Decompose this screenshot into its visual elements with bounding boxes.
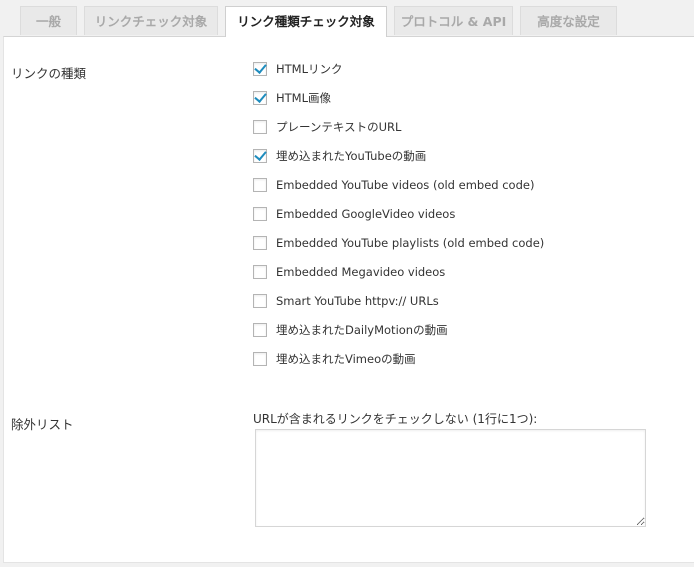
option-megavideo[interactable]: Embedded Megavideo videos <box>253 264 445 280</box>
checkbox[interactable] <box>253 294 267 308</box>
option-label: 埋め込まれたYouTubeの動画 <box>276 149 427 163</box>
settings-tabs: 一般 リンクチェック対象 リンク種類チェック対象 プロトコル & API 高度な… <box>0 0 694 37</box>
option-youtube-playlists[interactable]: Embedded YouTube playlists (old embed co… <box>253 235 544 251</box>
checkbox[interactable] <box>253 265 267 279</box>
exclusion-list-label: 除外リスト <box>11 417 74 432</box>
option-label: 埋め込まれたDailyMotionの動画 <box>276 323 448 337</box>
option-smart-youtube[interactable]: Smart YouTube httpv:// URLs <box>253 293 439 309</box>
option-plaintext-urls[interactable]: プレーンテキストのURL <box>253 119 401 135</box>
option-html-links[interactable]: HTMLリンク <box>253 61 343 77</box>
checkbox[interactable] <box>253 149 267 163</box>
option-label: Embedded YouTube videos (old embed code) <box>276 178 535 192</box>
exclusion-description: URLが含まれるリンクをチェックしない (1行に1つ): <box>253 412 538 426</box>
checkbox[interactable] <box>253 323 267 337</box>
option-label: Embedded YouTube playlists (old embed co… <box>276 236 545 250</box>
tab-link-check-target[interactable]: リンクチェック対象 <box>84 6 218 35</box>
tab-advanced-settings[interactable]: 高度な設定 <box>520 6 617 35</box>
exclusion-textarea[interactable] <box>255 429 646 527</box>
option-label: Smart YouTube httpv:// URLs <box>276 294 439 308</box>
option-label: 埋め込まれたVimeoの動画 <box>276 352 416 366</box>
checkbox[interactable] <box>253 62 267 76</box>
link-types-label: リンクの種類 <box>11 66 87 81</box>
option-label: HTML画像 <box>276 91 332 105</box>
option-label: プレーンテキストのURL <box>276 120 402 134</box>
checkbox[interactable] <box>253 91 267 105</box>
option-label: Embedded GoogleVideo videos <box>276 207 456 221</box>
option-dailymotion[interactable]: 埋め込まれたDailyMotionの動画 <box>253 322 448 338</box>
tab-general[interactable]: 一般 <box>20 6 77 35</box>
checkbox[interactable] <box>253 236 267 250</box>
option-youtube-old-embed[interactable]: Embedded YouTube videos (old embed code) <box>253 177 534 193</box>
option-label: Embedded Megavideo videos <box>276 265 446 279</box>
tab-link-type-check[interactable]: リンク種類チェック対象 <box>225 6 387 37</box>
option-label: HTMLリンク <box>276 62 343 76</box>
tab-protocol-api[interactable]: プロトコル & API <box>394 6 513 35</box>
checkbox[interactable] <box>253 207 267 221</box>
option-youtube-embedded[interactable]: 埋め込まれたYouTubeの動画 <box>253 148 426 164</box>
option-html-images[interactable]: HTML画像 <box>253 90 331 106</box>
option-vimeo[interactable]: 埋め込まれたVimeoの動画 <box>253 351 416 367</box>
option-googlevideo[interactable]: Embedded GoogleVideo videos <box>253 206 455 222</box>
checkbox[interactable] <box>253 178 267 192</box>
checkbox[interactable] <box>253 120 267 134</box>
checkbox[interactable] <box>253 352 267 366</box>
